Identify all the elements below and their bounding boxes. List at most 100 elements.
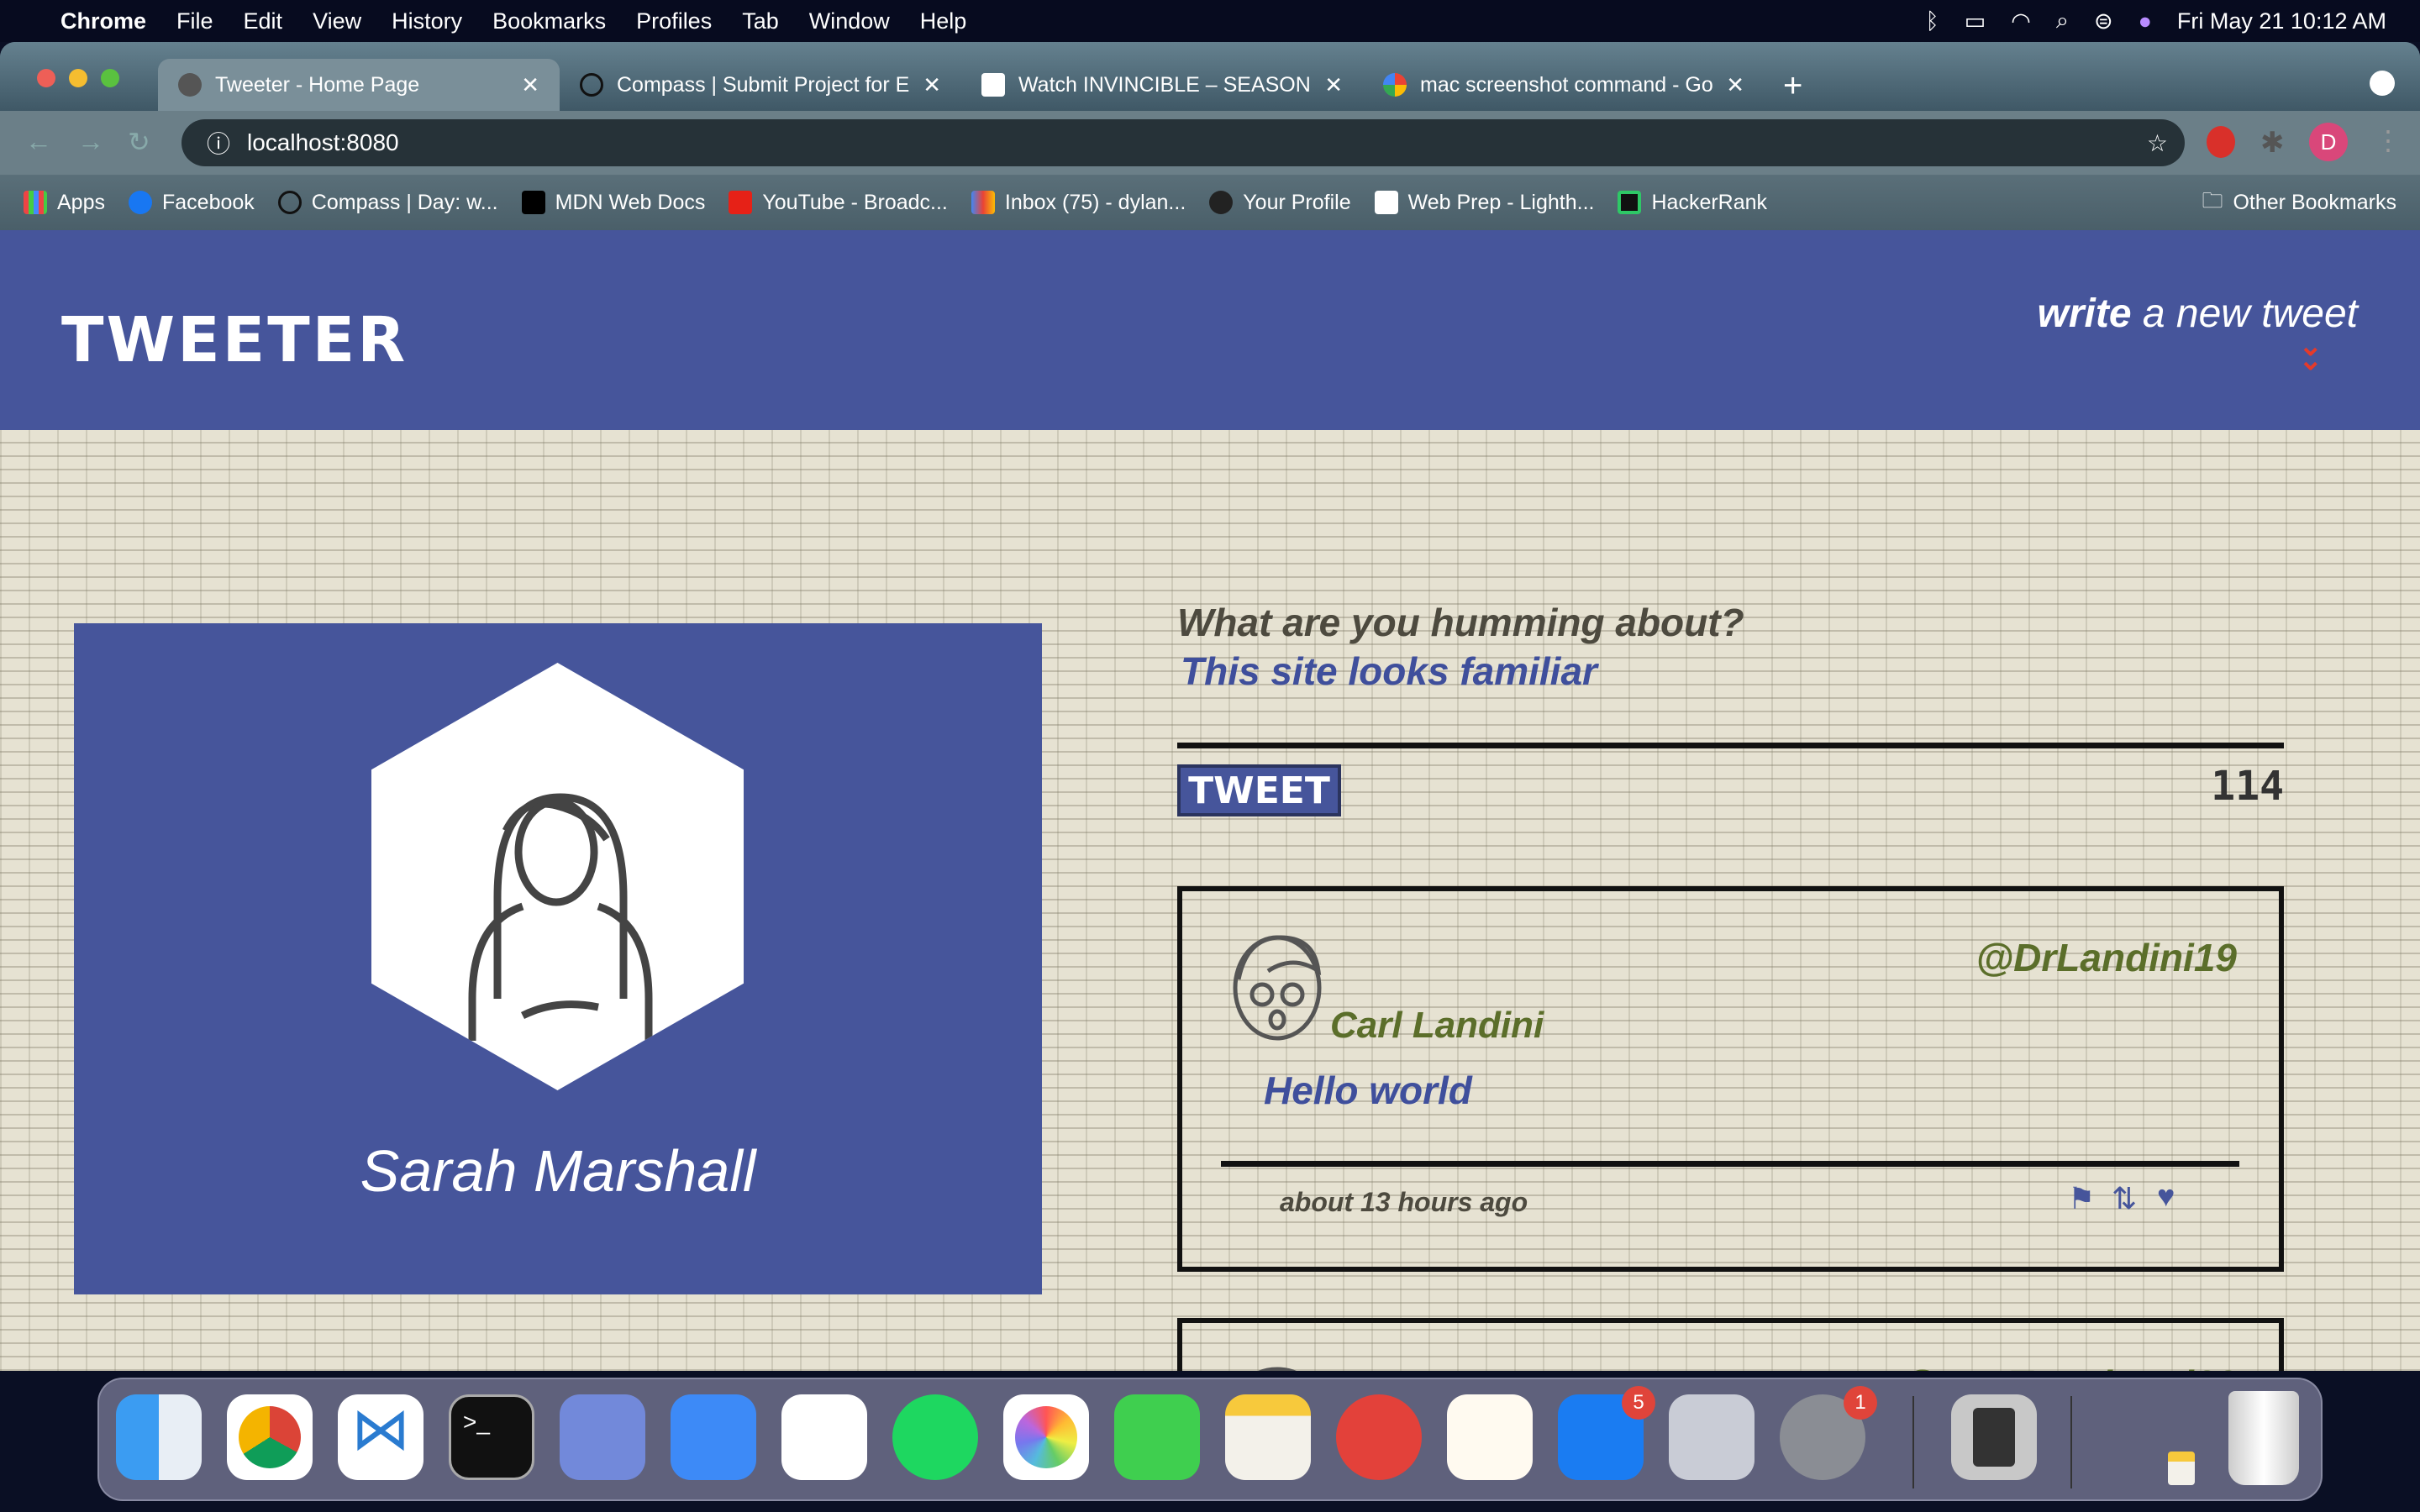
battery-icon[interactable]: ▭ — [1965, 8, 1986, 34]
info-icon[interactable]: ⓘ — [207, 126, 230, 160]
dock: ⋈ >_ 5 1 — [97, 1378, 2323, 1501]
adblock-extension-icon[interactable] — [2207, 126, 2235, 158]
url-text[interactable]: localhost:8080 — [247, 129, 399, 156]
close-tab-icon[interactable]: ✕ — [1726, 72, 1744, 98]
bookmark-label: Web Prep - Lighth... — [1407, 190, 1595, 214]
discord-icon[interactable] — [560, 1394, 645, 1480]
other-bookmarks[interactable]: 🗀 Other Bookmarks — [2202, 185, 2396, 221]
zoom-window-button[interactable] — [101, 69, 119, 87]
clock[interactable]: Fri May 21 10:12 AM — [2177, 8, 2386, 34]
reload-button[interactable]: ↻ — [128, 126, 150, 158]
pages-icon[interactable] — [1447, 1394, 1533, 1480]
bookmark-label: HackerRank — [1651, 190, 1768, 214]
site-header: TWEETER write a new tweet ⌄ ⌄ — [0, 230, 2420, 430]
menu-profiles[interactable]: Profiles — [636, 8, 712, 34]
menu-bar: Chrome File Edit View History Bookmarks … — [0, 0, 2420, 42]
bluetooth-icon[interactable]: ᛒ — [1926, 8, 1939, 34]
app-store-badge: 5 — [1622, 1386, 1655, 1420]
calculator-icon[interactable] — [1951, 1394, 2037, 1480]
slack-icon[interactable] — [781, 1394, 867, 1480]
tweet-timestamp: about 13 hours ago — [1280, 1187, 1528, 1217]
bookmark-label: Inbox (75) - dylan... — [1004, 190, 1186, 214]
tweet-button[interactable]: TWEET — [1177, 764, 1341, 816]
flag-icon[interactable]: ⚑ — [2068, 1181, 2095, 1216]
woman-avatar-icon — [468, 793, 653, 1041]
write-rest: a new tweet — [2131, 291, 2358, 336]
siri-icon[interactable]: ● — [2139, 8, 2152, 34]
mail-icon[interactable] — [1336, 1394, 1422, 1480]
menu-history[interactable]: History — [392, 8, 462, 34]
retweet-icon[interactable]: ⇅ — [2112, 1181, 2137, 1216]
man-avatar-icon — [1233, 935, 1322, 1041]
terminal-icon[interactable]: >_ — [449, 1394, 534, 1480]
close-tab-icon[interactable]: ✕ — [1324, 72, 1343, 98]
tab-tweeter[interactable]: Tweeter - Home Page ✕ — [158, 59, 560, 111]
tweet-textarea[interactable]: This site looks familiar — [1181, 648, 1597, 694]
bookmark-apps[interactable]: Apps — [24, 191, 105, 215]
bookmark-label: Facebook — [161, 190, 255, 214]
vscode-icon[interactable]: ⋈ — [338, 1394, 424, 1480]
close-window-button[interactable] — [37, 69, 55, 87]
avatar-hexagon — [371, 663, 744, 1090]
notes-icon[interactable] — [1225, 1394, 1311, 1480]
bookmark-youtube[interactable]: YouTube - Broadc... — [729, 191, 948, 215]
close-tab-icon[interactable]: ✕ — [923, 72, 941, 98]
menu-edit[interactable]: Edit — [244, 8, 283, 34]
control-center-icon[interactable]: ⊜ — [2094, 8, 2113, 34]
double-chevron-down-icon[interactable]: ⌄ ⌄ — [2299, 332, 2323, 375]
minimize-window-button[interactable] — [69, 69, 87, 87]
back-button[interactable]: ← — [25, 126, 52, 157]
page-content: TWEETER write a new tweet ⌄ ⌄ Sarah Marsh… — [0, 230, 2420, 1371]
menu-window[interactable]: Window — [809, 8, 890, 34]
notes-stack-icon[interactable] — [2168, 1452, 2195, 1485]
bookmark-compass[interactable]: Compass | Day: w... — [277, 191, 498, 215]
heart-icon[interactable]: ♥ — [2157, 1179, 2175, 1214]
profile-card: Sarah Marshall — [74, 623, 1042, 1294]
facetime-icon[interactable] — [1114, 1394, 1200, 1480]
tab-amazon[interactable]: Watch INVINCIBLE – SEASON 1 ✕ — [961, 59, 1363, 111]
tab-search-button[interactable] — [2370, 71, 2395, 96]
extensions-icon[interactable]: ✱ — [2260, 126, 2285, 160]
bookmark-gmail[interactable]: Inbox (75) - dylan... — [971, 191, 1186, 215]
chrome-icon[interactable] — [227, 1394, 313, 1480]
bookmark-hackerrank[interactable]: HackerRank — [1618, 191, 1767, 215]
trash-icon[interactable] — [2228, 1391, 2299, 1485]
tab-compass[interactable]: Compass | Submit Project for E ✕ — [560, 59, 961, 111]
menu-kebab-icon[interactable]: ⋮ — [2375, 124, 2402, 156]
address-bar[interactable]: ⓘ localhost:8080 ☆ — [182, 119, 2185, 166]
profile-name: Sarah Marshall — [360, 1138, 756, 1204]
apps-grid-icon — [24, 191, 47, 214]
bookmark-label: Other Bookmarks — [2233, 190, 2396, 214]
profile-avatar[interactable]: D — [2309, 123, 2348, 161]
tab-google[interactable]: mac screenshot command - Go ✕ — [1363, 59, 1765, 111]
bookmark-label: MDN Web Docs — [555, 190, 706, 214]
dock-divider — [1912, 1396, 1914, 1488]
menu-file[interactable]: File — [176, 8, 213, 34]
finder-icon[interactable] — [116, 1394, 202, 1480]
bookmark-star-icon[interactable]: ☆ — [2147, 129, 2168, 157]
bookmark-facebook[interactable]: Facebook — [128, 190, 255, 215]
menu-app[interactable]: Chrome — [60, 8, 146, 34]
spotify-icon[interactable] — [892, 1394, 978, 1480]
launchpad-icon[interactable] — [1669, 1394, 1754, 1480]
search-icon[interactable]: ⌕ — [2056, 8, 2069, 34]
forward-button[interactable]: → — [77, 126, 104, 157]
bookmark-github[interactable]: Your Profile — [1209, 191, 1351, 215]
google-icon — [1383, 73, 1407, 97]
bookmark-mdn[interactable]: MDN Web Docs — [521, 190, 706, 215]
zoom-icon[interactable] — [671, 1394, 756, 1480]
system-preferences-badge: 1 — [1844, 1386, 1877, 1420]
bookmark-lighthouse[interactable]: Web Prep - Lighth... — [1374, 190, 1595, 215]
menu-tab[interactable]: Tab — [742, 8, 779, 34]
new-tab-button[interactable]: + — [1783, 67, 1802, 105]
compass-icon — [580, 73, 603, 97]
menu-view[interactable]: View — [313, 8, 361, 34]
tweet-content: Hello world — [1264, 1068, 1472, 1112]
menu-bookmarks[interactable]: Bookmarks — [492, 8, 606, 34]
close-tab-icon[interactable]: ✕ — [521, 72, 539, 98]
photos-icon[interactable] — [1003, 1394, 1089, 1480]
site-logo[interactable]: TWEETER — [61, 304, 408, 376]
wifi-icon[interactable]: ◠ — [2011, 8, 2031, 34]
menu-help[interactable]: Help — [920, 8, 967, 34]
lighthouse-icon — [1374, 191, 1398, 214]
